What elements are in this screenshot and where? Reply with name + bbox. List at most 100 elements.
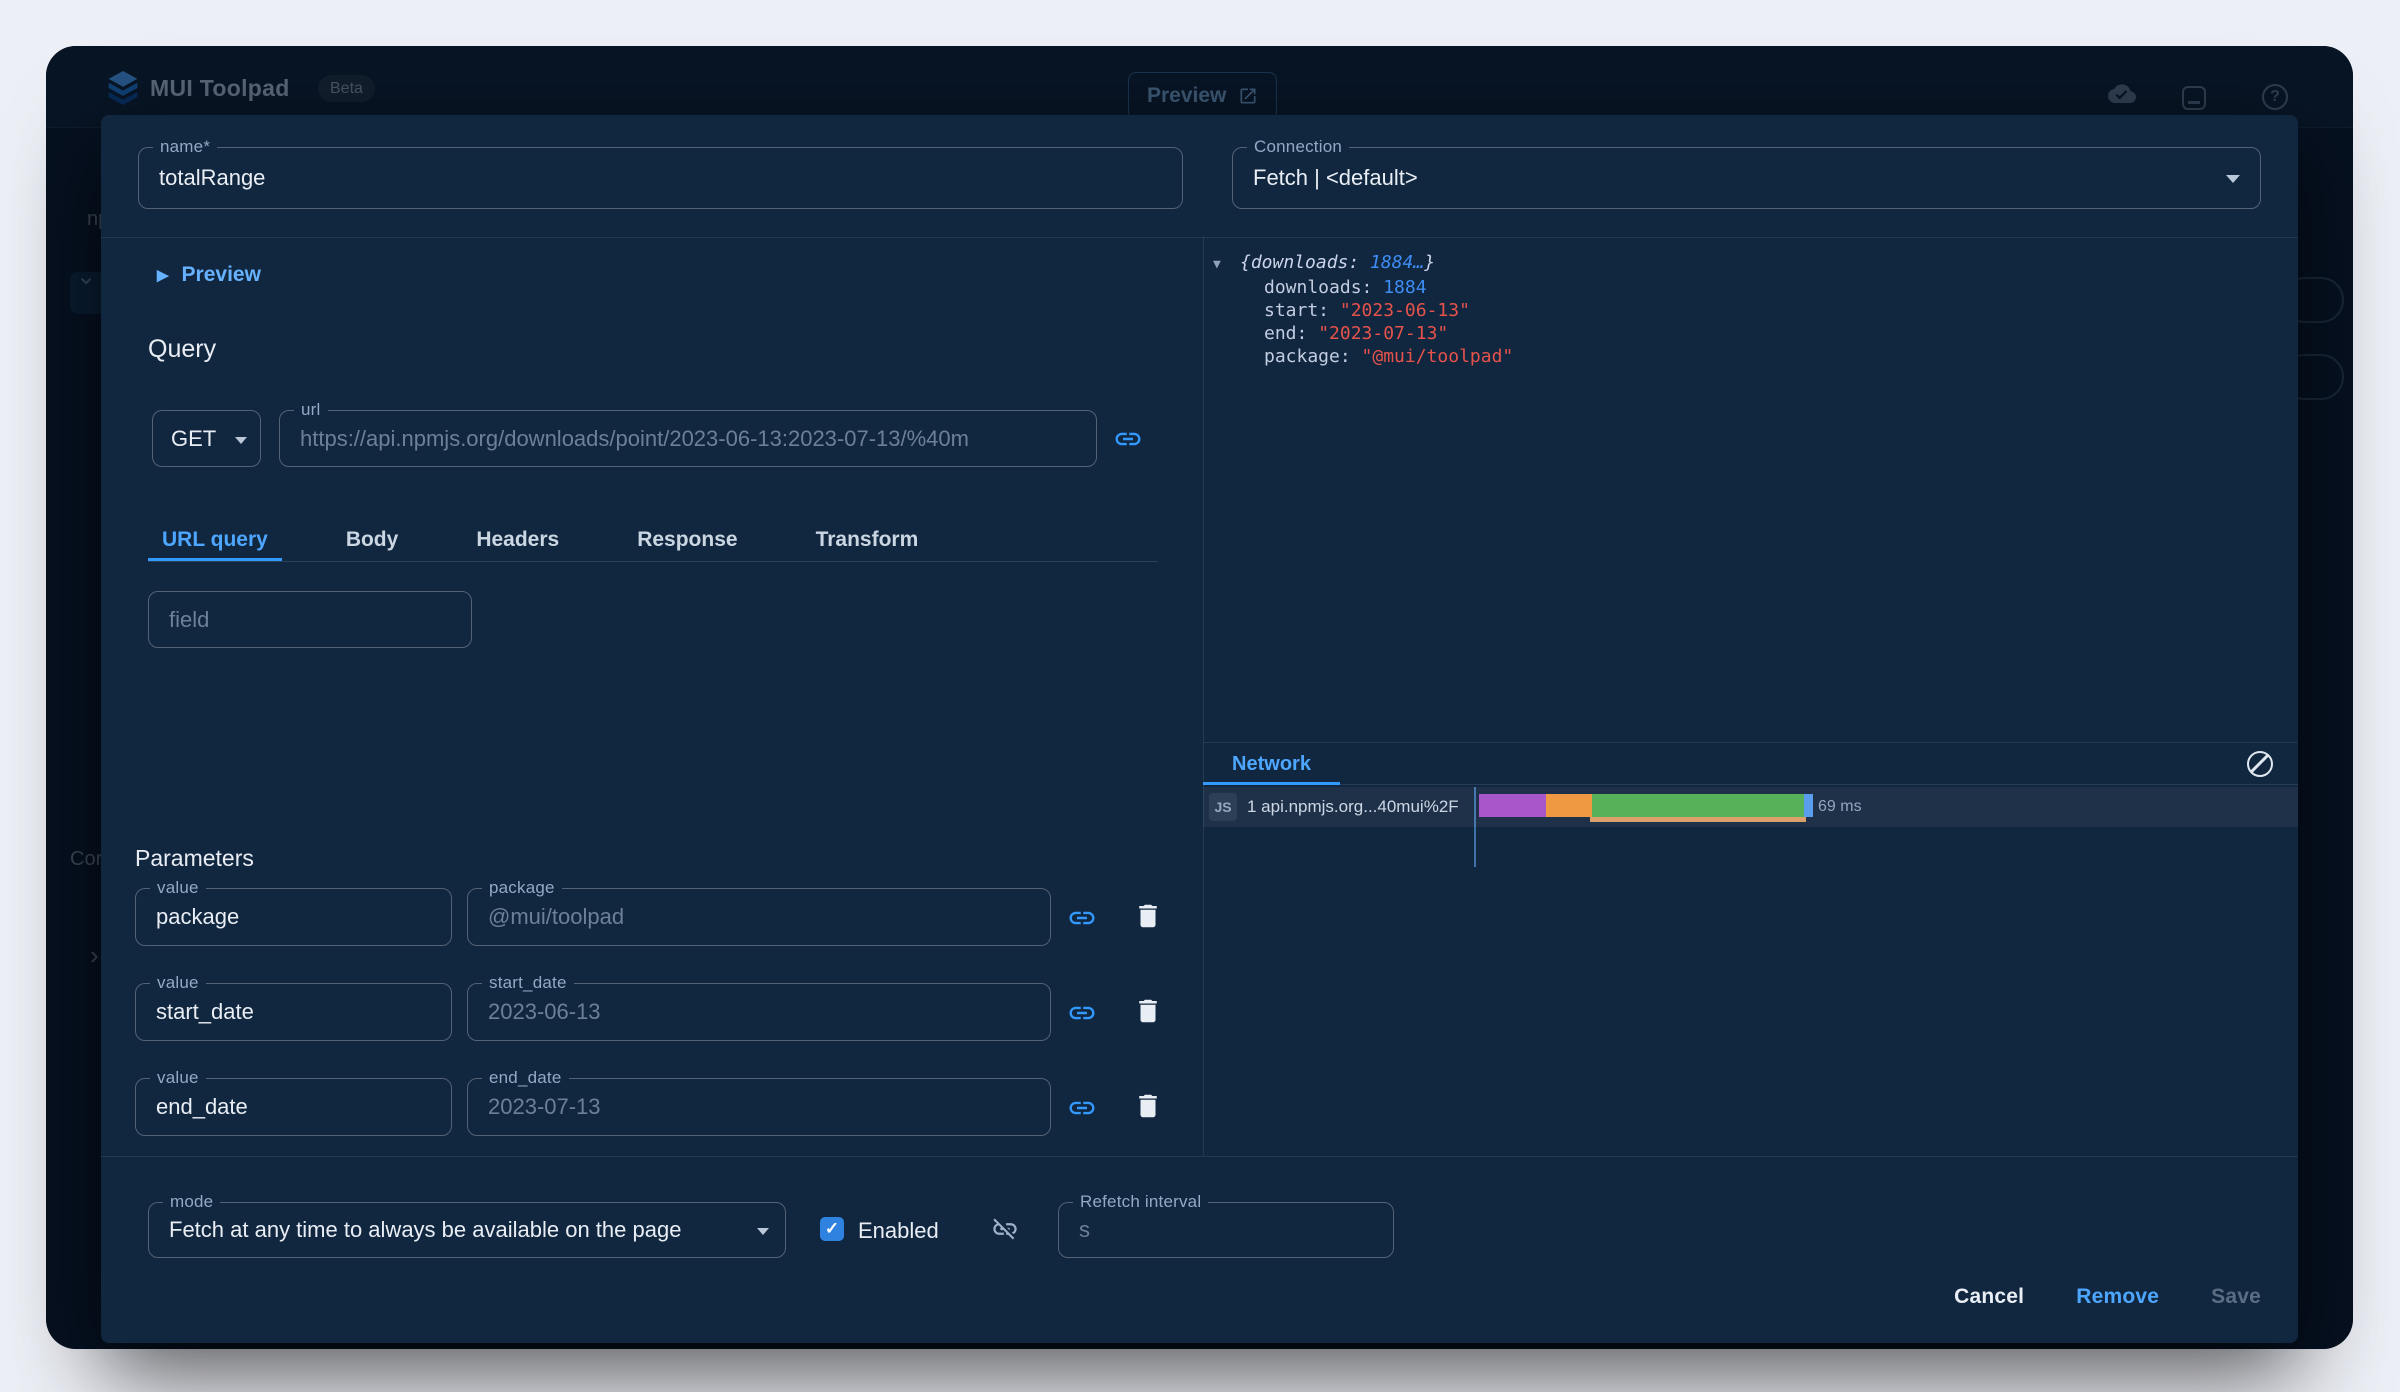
tab-body[interactable]: Body bbox=[332, 519, 413, 561]
json-key: package: bbox=[1264, 346, 1351, 367]
save-button[interactable]: Save bbox=[2211, 1285, 2261, 1309]
waterfall-start-line bbox=[1474, 787, 1476, 867]
name-field-value: totalRange bbox=[159, 165, 266, 190]
tab-transform[interactable]: Transform bbox=[802, 519, 933, 561]
preview-accordion-label: Preview bbox=[181, 263, 261, 286]
check-icon: ✓ bbox=[824, 1219, 840, 1238]
tab-network[interactable]: Network bbox=[1203, 743, 1340, 785]
parameters-heading: Parameters bbox=[135, 845, 254, 871]
connection-select-value: Fetch | <default> bbox=[1253, 165, 1418, 190]
chevron-down-icon bbox=[2226, 175, 2240, 183]
param-value-field[interactable]: value package bbox=[135, 878, 452, 946]
param-value-field[interactable]: value start_date bbox=[135, 973, 452, 1041]
footer-divider bbox=[101, 1156, 2298, 1157]
param-value-text: start_date bbox=[156, 999, 254, 1024]
json-value: "2023-06-13" bbox=[1339, 300, 1470, 321]
remove-button[interactable]: Remove bbox=[2076, 1285, 2159, 1309]
request-duration: 69 ms bbox=[1818, 798, 1862, 815]
refetch-interval-label: Refetch interval bbox=[1073, 1192, 1209, 1212]
field-input[interactable]: field bbox=[148, 591, 472, 648]
param-value-label: value bbox=[150, 878, 206, 898]
tabs-divider bbox=[148, 561, 1158, 562]
js-badge: JS bbox=[1209, 793, 1237, 821]
json-summary-suffix: } bbox=[1424, 252, 1436, 273]
url-field-value: https://api.npmjs.org/downloads/point/20… bbox=[300, 425, 969, 451]
link-off-icon[interactable] bbox=[991, 1215, 1019, 1246]
refetch-interval-value: s bbox=[1079, 1217, 1090, 1242]
request-tabs: URL query Body Headers Response Transfor… bbox=[148, 519, 932, 561]
tab-response[interactable]: Response bbox=[623, 519, 751, 561]
name-field-label: name* bbox=[153, 137, 218, 157]
waterfall-segment-blue bbox=[1804, 794, 1813, 817]
http-method-select[interactable]: GET bbox=[152, 410, 261, 467]
param-value-text: package bbox=[156, 904, 240, 929]
query-heading: Query bbox=[148, 335, 217, 363]
waterfall-segment-purple bbox=[1479, 794, 1546, 817]
param-value-field[interactable]: value end_date bbox=[135, 1068, 452, 1136]
name-field[interactable]: name* totalRange bbox=[138, 137, 1183, 209]
mode-select-value: Fetch at any time to always be available… bbox=[169, 1217, 682, 1242]
param-delete-icon[interactable] bbox=[1133, 996, 1163, 1029]
param-link-icon[interactable] bbox=[1067, 998, 1097, 1031]
json-value: "2023-07-13" bbox=[1318, 323, 1449, 344]
json-root-row[interactable]: ▼ {downloads: 1884…} bbox=[1213, 251, 1513, 276]
preview-accordion-toggle[interactable]: ▶ Preview bbox=[157, 261, 261, 289]
json-key: downloads: bbox=[1264, 277, 1373, 298]
json-summary-prefix: {downloads: bbox=[1240, 252, 1371, 273]
refetch-interval-field[interactable]: Refetch interval s bbox=[1058, 1192, 1394, 1258]
mode-select[interactable]: mode Fetch at any time to always be avai… bbox=[148, 1192, 786, 1258]
json-key: start: bbox=[1264, 300, 1330, 321]
param-link-icon[interactable] bbox=[1067, 1093, 1097, 1126]
param-delete-icon[interactable] bbox=[1133, 901, 1163, 934]
expand-arrow-icon[interactable]: ▼ bbox=[1213, 253, 1240, 276]
param-binding-text: 2023-06-13 bbox=[488, 999, 601, 1024]
result-json-tree: ▼ {downloads: 1884…} downloads: 1884 star… bbox=[1213, 251, 1513, 368]
connection-select[interactable]: Connection Fetch | <default> bbox=[1232, 137, 2261, 209]
param-binding-field[interactable]: start_date 2023-06-13 bbox=[467, 973, 1051, 1041]
waterfall-bar bbox=[1479, 794, 1813, 817]
cancel-button[interactable]: Cancel bbox=[1954, 1285, 2024, 1309]
waterfall-segment-orange bbox=[1546, 794, 1592, 817]
panel-divider bbox=[1203, 237, 1204, 1156]
param-binding-field[interactable]: end_date 2023-07-13 bbox=[467, 1068, 1051, 1136]
json-entry: start: "2023-06-13" bbox=[1213, 299, 1513, 322]
network-tabbar: Network bbox=[1203, 742, 2298, 785]
json-entry: end: "2023-07-13" bbox=[1213, 322, 1513, 345]
param-link-icon[interactable] bbox=[1067, 903, 1097, 936]
url-binding-link-icon[interactable] bbox=[1113, 424, 1143, 457]
network-request-label: 1 api.npmjs.org...40mui%2F bbox=[1247, 797, 1459, 816]
connection-select-label: Connection bbox=[1247, 137, 1350, 157]
json-entry: package: "@mui/toolpad" bbox=[1213, 345, 1513, 368]
param-binding-text: @mui/toolpad bbox=[488, 904, 625, 929]
enabled-checkbox[interactable]: ✓ bbox=[820, 1217, 844, 1241]
param-binding-label: start_date bbox=[482, 973, 574, 993]
param-value-text: end_date bbox=[156, 1094, 248, 1119]
dialog-actions: Cancel Remove Save bbox=[1954, 1285, 2261, 1309]
desktop: MUI Toolpad Beta Preview ? np ⌄ Cor › bbox=[0, 0, 2400, 1392]
play-arrow-icon: ▶ bbox=[157, 267, 169, 284]
chevron-down-icon bbox=[235, 437, 247, 444]
mode-select-label: mode bbox=[163, 1192, 221, 1212]
param-value-label: value bbox=[150, 1068, 206, 1088]
chevron-down-icon bbox=[757, 1228, 769, 1235]
json-entry: downloads: 1884 bbox=[1213, 276, 1513, 299]
json-value: 1884 bbox=[1383, 277, 1427, 298]
param-binding-field[interactable]: package @mui/toolpad bbox=[467, 878, 1051, 946]
tab-headers[interactable]: Headers bbox=[462, 519, 573, 561]
param-value-label: value bbox=[150, 973, 206, 993]
param-binding-text: 2023-07-13 bbox=[488, 1094, 601, 1119]
http-method-value: GET bbox=[171, 425, 217, 451]
json-summary-number: 1884… bbox=[1370, 252, 1425, 273]
json-key: end: bbox=[1264, 323, 1308, 344]
tab-url-query[interactable]: URL query bbox=[148, 519, 282, 561]
waterfall-segment-green bbox=[1592, 794, 1804, 817]
header-divider bbox=[101, 237, 2298, 238]
param-binding-label: end_date bbox=[482, 1068, 569, 1088]
enabled-label: Enabled bbox=[858, 1218, 939, 1243]
json-value: "@mui/toolpad" bbox=[1361, 346, 1514, 367]
param-delete-icon[interactable] bbox=[1133, 1091, 1163, 1124]
param-binding-label: package bbox=[482, 878, 562, 898]
url-field[interactable]: url https://api.npmjs.org/downloads/poin… bbox=[279, 400, 1097, 467]
url-field-label: url bbox=[294, 400, 328, 420]
clear-network-icon[interactable] bbox=[2247, 751, 2273, 777]
